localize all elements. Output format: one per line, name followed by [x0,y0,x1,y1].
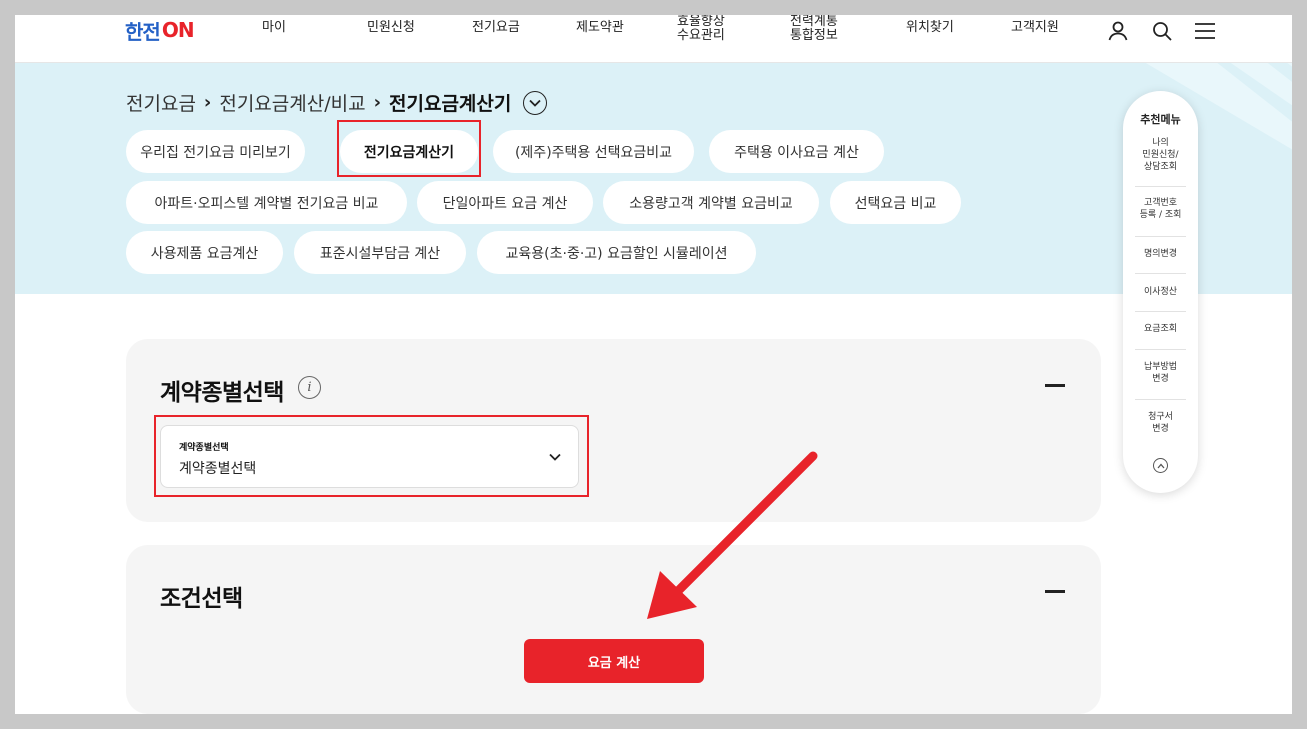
user-icon[interactable] [1106,19,1130,43]
logo-text: 한전 [125,19,161,44]
contract-type-panel: 계약종별선택 i 계약종별선택 계약종별선택 [126,339,1101,522]
divider [1135,186,1186,187]
collapse-icon[interactable] [1045,590,1065,593]
divider [1135,273,1186,274]
chevron-down-icon [549,453,561,461]
nav-my[interactable]: 마이 [262,21,286,35]
menu-icon[interactable] [1193,19,1217,43]
divider [1135,311,1186,312]
nav-terms[interactable]: 제도약관 [576,21,624,35]
side-item-name-change[interactable]: 명의변경 [1135,248,1186,260]
chevron-right-icon: › [203,92,212,113]
scroll-top-icon[interactable] [1153,458,1168,473]
logo-on-text: ON [161,18,195,42]
nav-efficiency[interactable]: 효율향상 수요관리 [677,15,725,43]
browser-frame: 한전 ON 마이 민원신청 전기요금 제도약관 효율향상 수요관리 전력계통 통합… [15,15,1292,714]
nav-support[interactable]: 고객지원 [1011,21,1059,35]
divider [1135,349,1186,350]
side-item-customer-number[interactable]: 고객번호 등록 / 조회 [1135,197,1186,221]
chip-optional-rate-compare[interactable]: 선택요금 비교 [830,181,961,224]
side-item-payment-method[interactable]: 납부방법 변경 [1135,361,1186,385]
breadcrumb-level2[interactable]: 전기요금계산/비교 [219,89,365,116]
search-icon[interactable] [1150,19,1174,43]
info-icon[interactable]: i [298,376,321,399]
chevron-down-circle-icon[interactable] [523,90,548,115]
nav-electric-bill[interactable]: 전기요금 [472,21,520,35]
breadcrumb: 전기요금 › 전기요금계산/비교 › 전기요금계산기 [126,89,548,116]
collapse-icon[interactable] [1045,384,1065,387]
chip-jeju-residential-compare[interactable]: (제주)주택용 선택요금비교 [493,130,694,173]
chip-bill-calculator[interactable]: 전기요금계산기 [340,130,478,173]
chip-home-bill-preview[interactable]: 우리집 전기요금 미리보기 [126,130,305,173]
breadcrumb-current: 전기요금계산기 [389,93,512,115]
calculate-bill-button[interactable]: 요금 계산 [524,639,704,683]
contract-type-select[interactable]: 계약종별선택 계약종별선택 [160,425,579,488]
chevron-right-icon: › [373,92,382,113]
side-item-invoice-change[interactable]: 청구서 변경 [1135,411,1186,435]
side-item-move-settlement[interactable]: 이사정산 [1135,286,1186,298]
top-header: 한전 ON 마이 민원신청 전기요금 제도약관 효율향상 수요관리 전력계통 통합… [15,15,1292,63]
kepco-on-logo[interactable]: 한전 ON [125,18,195,44]
breadcrumb-level1[interactable]: 전기요금 [126,89,196,116]
divider [1135,399,1186,400]
select-label: 계약종별선택 [179,443,229,453]
chip-moving-bill-calc[interactable]: 주택용 이사요금 계산 [709,130,884,173]
recommended-side-menu: 추천메뉴 나의 민원신청/ 상담조회 고객번호 등록 / 조회 명의변경 이사정… [1123,91,1198,493]
chip-single-apartment-calc[interactable]: 단일아파트 요금 계산 [417,181,593,224]
chip-education-discount-sim[interactable]: 교육용(초·중·고) 요금할인 시뮬레이션 [477,231,756,274]
nav-civil-request[interactable]: 민원신청 [367,21,415,35]
panel-title-contract: 계약종별선택 [160,380,284,406]
condition-panel: 조건선택 요금 계산 [126,545,1101,714]
nav-location[interactable]: 위치찾기 [906,21,954,35]
side-menu-title: 추천메뉴 [1140,113,1181,126]
side-item-my-requests[interactable]: 나의 민원신청/ 상담조회 [1135,137,1186,173]
chip-apartment-officetel-compare[interactable]: 아파트·오피스텔 계약별 전기요금 비교 [126,181,407,224]
select-value: 계약종별선택 [179,461,257,477]
chip-standard-facility-calc[interactable]: 표준시설부담금 계산 [294,231,466,274]
nav-power-grid[interactable]: 전력계통 통합정보 [790,15,838,43]
divider [1135,236,1186,237]
panel-title-condition: 조건선택 [160,586,243,612]
side-item-bill-inquiry[interactable]: 요금조회 [1135,323,1186,335]
chip-small-customer-compare[interactable]: 소용량고객 계약별 요금비교 [603,181,819,224]
sub-menu-band: 전기요금 › 전기요금계산/비교 › 전기요금계산기 우리집 전기요금 미리보기… [15,63,1292,294]
chip-appliance-bill-calc[interactable]: 사용제품 요금계산 [126,231,283,274]
